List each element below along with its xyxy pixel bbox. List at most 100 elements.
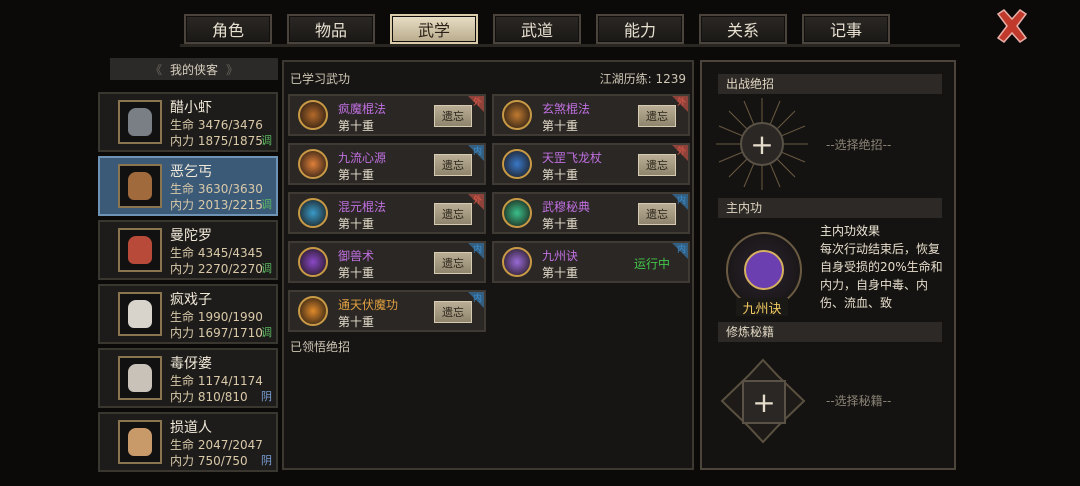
- skill-level: 第十重: [338, 168, 375, 182]
- hero-hp: 生命 2047/2047: [170, 438, 263, 452]
- skill-icon: [298, 149, 328, 179]
- skill-level: 第十重: [338, 266, 375, 280]
- plus-icon: +: [752, 385, 776, 419]
- main-internal-name: 九州诀: [736, 298, 788, 317]
- tab-4[interactable]: 能力: [596, 14, 684, 44]
- skill-level: 第十重: [338, 119, 375, 133]
- hero-tag: 阴: [261, 454, 272, 467]
- skill-card[interactable]: 疯魔棍法 第十重 遗忘外: [288, 94, 486, 136]
- hero-row[interactable]: 损道人 生命 2047/2047 内力 750/750 阴: [98, 412, 278, 472]
- hero-tag: 调: [261, 198, 272, 211]
- manual-hint: --选择秘籍--: [826, 394, 892, 408]
- forget-button[interactable]: 遗忘: [638, 154, 676, 176]
- skill-card[interactable]: 九流心源第十重 遗忘内: [288, 143, 486, 185]
- hero-row[interactable]: 曼陀罗 生命 4345/4345 内力 2270/2270 调: [98, 220, 278, 280]
- skill-type-label: 内: [472, 294, 482, 304]
- skill-card[interactable]: 天罡飞龙杖 第十重 遗忘外: [492, 143, 690, 185]
- tab-6[interactable]: 记事: [802, 14, 890, 44]
- hero-tag: 调: [261, 326, 272, 339]
- skill-type-label: 外: [472, 196, 482, 206]
- manual-header: 修炼秘籍: [718, 322, 942, 342]
- arrow-left-icon[interactable]: 《: [150, 61, 162, 78]
- hero-face: [128, 236, 152, 264]
- experience-label: 江湖历练: 1239: [599, 72, 686, 86]
- skill-card[interactable]: 九州诀 第十重 运行中内: [492, 241, 690, 283]
- arrow-right-icon[interactable]: 》: [226, 61, 238, 78]
- battle-move-slot[interactable]: +: [740, 122, 784, 166]
- forget-button[interactable]: 遗忘: [434, 154, 472, 176]
- skill-name: 混元棍法: [338, 200, 387, 214]
- forget-button[interactable]: 遗忘: [434, 105, 472, 127]
- learned-title: 已学习武功: [290, 72, 351, 86]
- main-effect-text: 每次行动结束后，恢复自身受损的20%生命和内力，自身中毒、内伤、流血、致: [820, 242, 943, 310]
- hero-portrait: [118, 100, 162, 144]
- hero-hp: 生命 3476/3476: [170, 118, 263, 132]
- skill-type-label: 外: [676, 98, 686, 108]
- skill-card[interactable]: 御兽术 第十重 遗忘内: [288, 241, 486, 283]
- hero-portrait: [118, 420, 162, 464]
- hero-face: [128, 172, 152, 200]
- skill-icon: [502, 149, 532, 179]
- hero-row[interactable]: 疯戏子生命 1990/1990 内力 1697/1710 调: [98, 284, 278, 344]
- manual-slot[interactable]: +: [742, 380, 786, 424]
- running-status: 运行中: [634, 257, 671, 271]
- skill-name: 玄煞棍法: [542, 102, 591, 116]
- hero-face: [128, 364, 152, 392]
- tab-1[interactable]: 物品: [287, 14, 375, 44]
- skill-icon: [502, 198, 532, 228]
- forget-button[interactable]: 遗忘: [434, 252, 472, 274]
- skill-level: 第十重: [338, 217, 375, 231]
- hero-face: [128, 428, 152, 456]
- tab-0[interactable]: 角色: [184, 14, 272, 44]
- skill-name: 九流心源: [338, 151, 387, 165]
- skill-card[interactable]: 玄煞棍法 第十重 遗忘外: [492, 94, 690, 136]
- skill-type-label: 内: [676, 245, 686, 255]
- tab-3[interactable]: 武道: [493, 14, 581, 44]
- skill-type-label: 外: [676, 147, 686, 157]
- hero-hp: 生命 1174/1174: [170, 374, 263, 388]
- skill-icon: [298, 100, 328, 130]
- skill-card[interactable]: 混元棍法第十重 遗忘外: [288, 192, 486, 234]
- battle-move-header: 出战绝招: [718, 74, 942, 94]
- hero-mp: 内力 1875/1875: [170, 134, 263, 148]
- skill-level: 第十重: [338, 315, 375, 329]
- skill-card[interactable]: 武穆秘典 第十重 遗忘内: [492, 192, 690, 234]
- skill-icon: [298, 296, 328, 326]
- main-internal-slot[interactable]: [726, 232, 802, 308]
- skill-icon: [502, 247, 532, 277]
- hero-hp: 生命 1990/1990: [170, 310, 263, 324]
- hero-mp: 内力 1697/1710: [170, 326, 263, 340]
- equip-panel: 出战绝招 + --选择绝招-- 主内功 九州诀 主内功效果 每次行动结束后，恢复…: [700, 60, 956, 470]
- close-icon[interactable]: [994, 8, 1030, 44]
- hero-row[interactable]: 醋小虾 生命 3476/3476 内力 1875/1875 调: [98, 92, 278, 152]
- battle-move-hint: --选择绝招--: [826, 138, 892, 152]
- tab-5[interactable]: 关系: [699, 14, 787, 44]
- skill-icon: [298, 198, 328, 228]
- forget-button[interactable]: 遗忘: [638, 203, 676, 225]
- forget-button[interactable]: 遗忘: [434, 301, 472, 323]
- jiuzhou-skill-icon: [744, 250, 784, 290]
- skill-level: 第十重: [542, 217, 579, 231]
- skill-level: 第十重: [542, 266, 579, 280]
- hero-tag: 调: [261, 262, 272, 275]
- tab-underline: [180, 44, 960, 47]
- skill-name: 疯魔棍法: [338, 102, 387, 116]
- skill-name: 武穆秘典: [542, 200, 591, 214]
- hero-hp: 生命 4345/4345: [170, 246, 263, 260]
- hero-row[interactable]: 恶乞丐 生命 3630/3630 内力 2013/2215 调: [98, 156, 278, 216]
- martial-arts-panel: 已学习武功 江湖历练: 1239 疯魔棍法 第十重 遗忘外玄煞棍法 第十重 遗忘外九流心…: [282, 60, 694, 470]
- hero-tag: 调: [261, 134, 272, 147]
- hero-mp: 内力 2013/2215: [170, 198, 263, 212]
- hero-row[interactable]: 毒伢婆 生命 1174/1174 内力 810/810 阴: [98, 348, 278, 408]
- forget-button[interactable]: 遗忘: [434, 203, 472, 225]
- skill-name: 通天伏魔功: [338, 298, 399, 312]
- forget-button[interactable]: 遗忘: [638, 105, 676, 127]
- hero-name: 疯戏子: [170, 292, 212, 308]
- hero-portrait: [118, 228, 162, 272]
- tab-2[interactable]: 武学: [390, 14, 478, 44]
- skill-name: 御兽术: [338, 249, 375, 263]
- hero-mp: 内力 750/750: [170, 454, 248, 468]
- skill-icon: [502, 100, 532, 130]
- skill-card[interactable]: 通天伏魔功第十重 遗忘内: [288, 290, 486, 332]
- skill-type-label: 内: [472, 147, 482, 157]
